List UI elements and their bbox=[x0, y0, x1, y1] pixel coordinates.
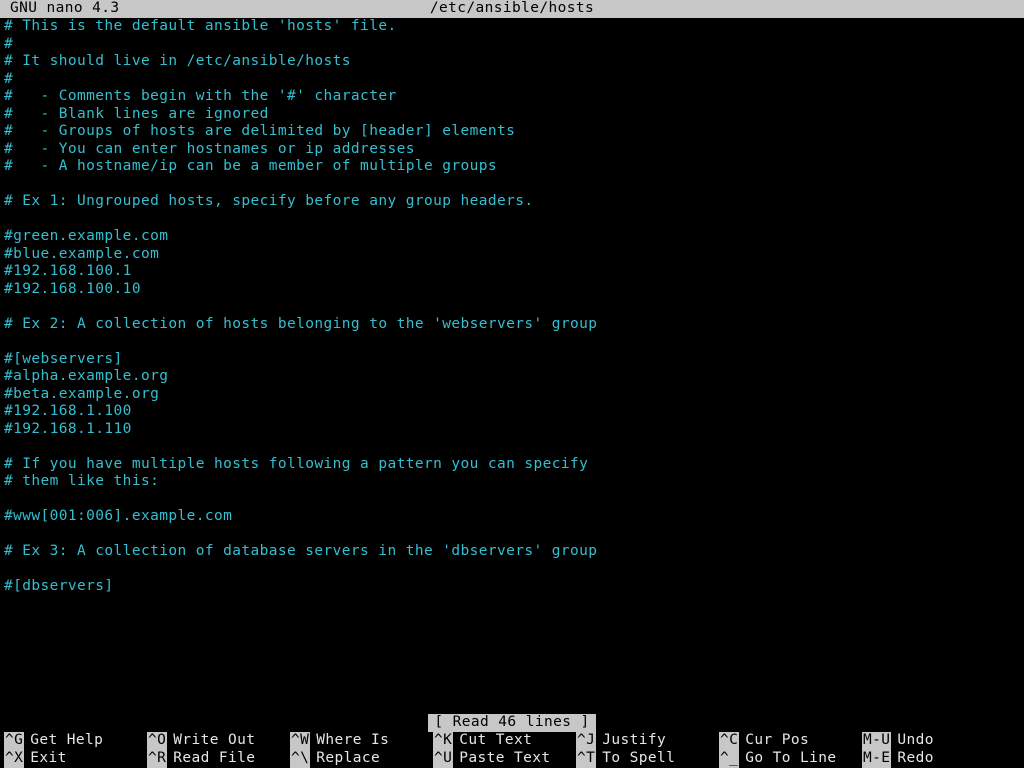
shortcut-label: To Spell bbox=[596, 750, 675, 768]
shortcut-label: Justify bbox=[596, 732, 666, 750]
shortcut-label: Read File bbox=[167, 750, 255, 768]
editor-line[interactable] bbox=[4, 561, 1020, 579]
shortcut-item[interactable]: M-UUndo bbox=[862, 732, 982, 750]
shortcut-item[interactable]: ^RRead File bbox=[147, 750, 290, 768]
editor-line[interactable]: #green.example.com bbox=[4, 228, 1020, 246]
shortcut-key: ^U bbox=[433, 750, 453, 768]
editor-line[interactable]: # - A hostname/ip can be a member of mul… bbox=[4, 158, 1020, 176]
shortcut-label: Exit bbox=[24, 750, 67, 768]
shortcut-row-1: ^GGet Help^OWrite Out^WWhere Is^KCut Tex… bbox=[0, 732, 1024, 750]
editor-line[interactable]: # Ex 2: A collection of hosts belonging … bbox=[4, 316, 1020, 334]
shortcut-label: Get Help bbox=[24, 732, 103, 750]
shortcut-item[interactable]: ^GGet Help bbox=[4, 732, 147, 750]
editor-line[interactable]: # Ex 3: A collection of database servers… bbox=[4, 543, 1020, 561]
shortcut-label: Redo bbox=[891, 750, 934, 768]
shortcut-item[interactable]: M-ERedo bbox=[862, 750, 982, 768]
editor-line[interactable]: # - You can enter hostnames or ip addres… bbox=[4, 141, 1020, 159]
shortcut-key: ^C bbox=[719, 732, 739, 750]
shortcut-label: Cut Text bbox=[453, 732, 532, 750]
shortcut-key: ^\ bbox=[290, 750, 310, 768]
editor-line[interactable] bbox=[4, 298, 1020, 316]
editor-line[interactable]: #www[001:006].example.com bbox=[4, 508, 1020, 526]
editor-line[interactable]: # them like this: bbox=[4, 473, 1020, 491]
file-path: /etc/ansible/hosts bbox=[0, 0, 1024, 18]
editor-line[interactable]: # - Comments begin with the '#' characte… bbox=[4, 88, 1020, 106]
editor-line[interactable] bbox=[4, 176, 1020, 194]
shortcut-key: M-E bbox=[862, 750, 891, 768]
editor-line[interactable]: #blue.example.com bbox=[4, 246, 1020, 264]
shortcut-key: ^J bbox=[576, 732, 596, 750]
shortcut-item[interactable]: ^UPaste Text bbox=[433, 750, 576, 768]
editor-line[interactable]: #192.168.1.100 bbox=[4, 403, 1020, 421]
shortcut-label: Where Is bbox=[310, 732, 389, 750]
shortcut-key: ^W bbox=[290, 732, 310, 750]
editor-area[interactable]: # This is the default ansible 'hosts' fi… bbox=[0, 18, 1024, 596]
editor-line[interactable]: #[dbservers] bbox=[4, 578, 1020, 596]
editor-line[interactable] bbox=[4, 333, 1020, 351]
editor-line[interactable]: # - Groups of hosts are delimited by [he… bbox=[4, 123, 1020, 141]
shortcut-item[interactable]: ^WWhere Is bbox=[290, 732, 433, 750]
editor-line[interactable] bbox=[4, 211, 1020, 229]
editor-line[interactable] bbox=[4, 526, 1020, 544]
shortcut-key: ^R bbox=[147, 750, 167, 768]
shortcut-key: ^O bbox=[147, 732, 167, 750]
editor-line[interactable]: # Ex 1: Ungrouped hosts, specify before … bbox=[4, 193, 1020, 211]
editor-line[interactable] bbox=[4, 491, 1020, 509]
shortcut-label: Cur Pos bbox=[739, 732, 809, 750]
editor-line[interactable]: # bbox=[4, 71, 1020, 89]
shortcut-key: M-U bbox=[862, 732, 891, 750]
editor-line[interactable]: #192.168.100.10 bbox=[4, 281, 1020, 299]
shortcut-item[interactable]: ^TTo Spell bbox=[576, 750, 719, 768]
editor-line[interactable]: # It should live in /etc/ansible/hosts bbox=[4, 53, 1020, 71]
editor-line[interactable]: #192.168.1.110 bbox=[4, 421, 1020, 439]
shortcut-key: ^K bbox=[433, 732, 453, 750]
shortcut-item[interactable]: ^\Replace bbox=[290, 750, 433, 768]
shortcut-label: Go To Line bbox=[739, 750, 836, 768]
shortcut-key: ^X bbox=[4, 750, 24, 768]
shortcut-key: ^T bbox=[576, 750, 596, 768]
shortcut-item[interactable]: ^XExit bbox=[4, 750, 147, 768]
editor-line[interactable] bbox=[4, 438, 1020, 456]
shortcut-item[interactable]: ^KCut Text bbox=[433, 732, 576, 750]
editor-line[interactable]: # This is the default ansible 'hosts' fi… bbox=[4, 18, 1020, 36]
status-message: [ Read 46 lines ] bbox=[428, 714, 595, 732]
shortcut-label: Undo bbox=[891, 732, 934, 750]
shortcut-label: Write Out bbox=[167, 732, 255, 750]
shortcut-item[interactable]: ^_Go To Line bbox=[719, 750, 862, 768]
shortcut-item[interactable]: ^OWrite Out bbox=[147, 732, 290, 750]
editor-line[interactable]: #alpha.example.org bbox=[4, 368, 1020, 386]
editor-line[interactable]: #[webservers] bbox=[4, 351, 1020, 369]
shortcut-item[interactable]: ^JJustify bbox=[576, 732, 719, 750]
shortcut-bar: ^GGet Help^OWrite Out^WWhere Is^KCut Tex… bbox=[0, 732, 1024, 768]
titlebar: GNU nano 4.3 /etc/ansible/hosts bbox=[0, 0, 1024, 18]
shortcut-label: Paste Text bbox=[453, 750, 550, 768]
editor-line[interactable]: #beta.example.org bbox=[4, 386, 1020, 404]
editor-line[interactable]: # bbox=[4, 36, 1020, 54]
status-bar: [ Read 46 lines ] bbox=[0, 714, 1024, 732]
editor-line[interactable]: # - Blank lines are ignored bbox=[4, 106, 1020, 124]
shortcut-row-2: ^XExit^RRead File^\Replace^UPaste Text^T… bbox=[0, 750, 1024, 768]
shortcut-key: ^_ bbox=[719, 750, 739, 768]
editor-line[interactable]: # If you have multiple hosts following a… bbox=[4, 456, 1020, 474]
shortcut-label: Replace bbox=[310, 750, 380, 768]
editor-line[interactable]: #192.168.100.1 bbox=[4, 263, 1020, 281]
shortcut-key: ^G bbox=[4, 732, 24, 750]
shortcut-item[interactable]: ^CCur Pos bbox=[719, 732, 862, 750]
